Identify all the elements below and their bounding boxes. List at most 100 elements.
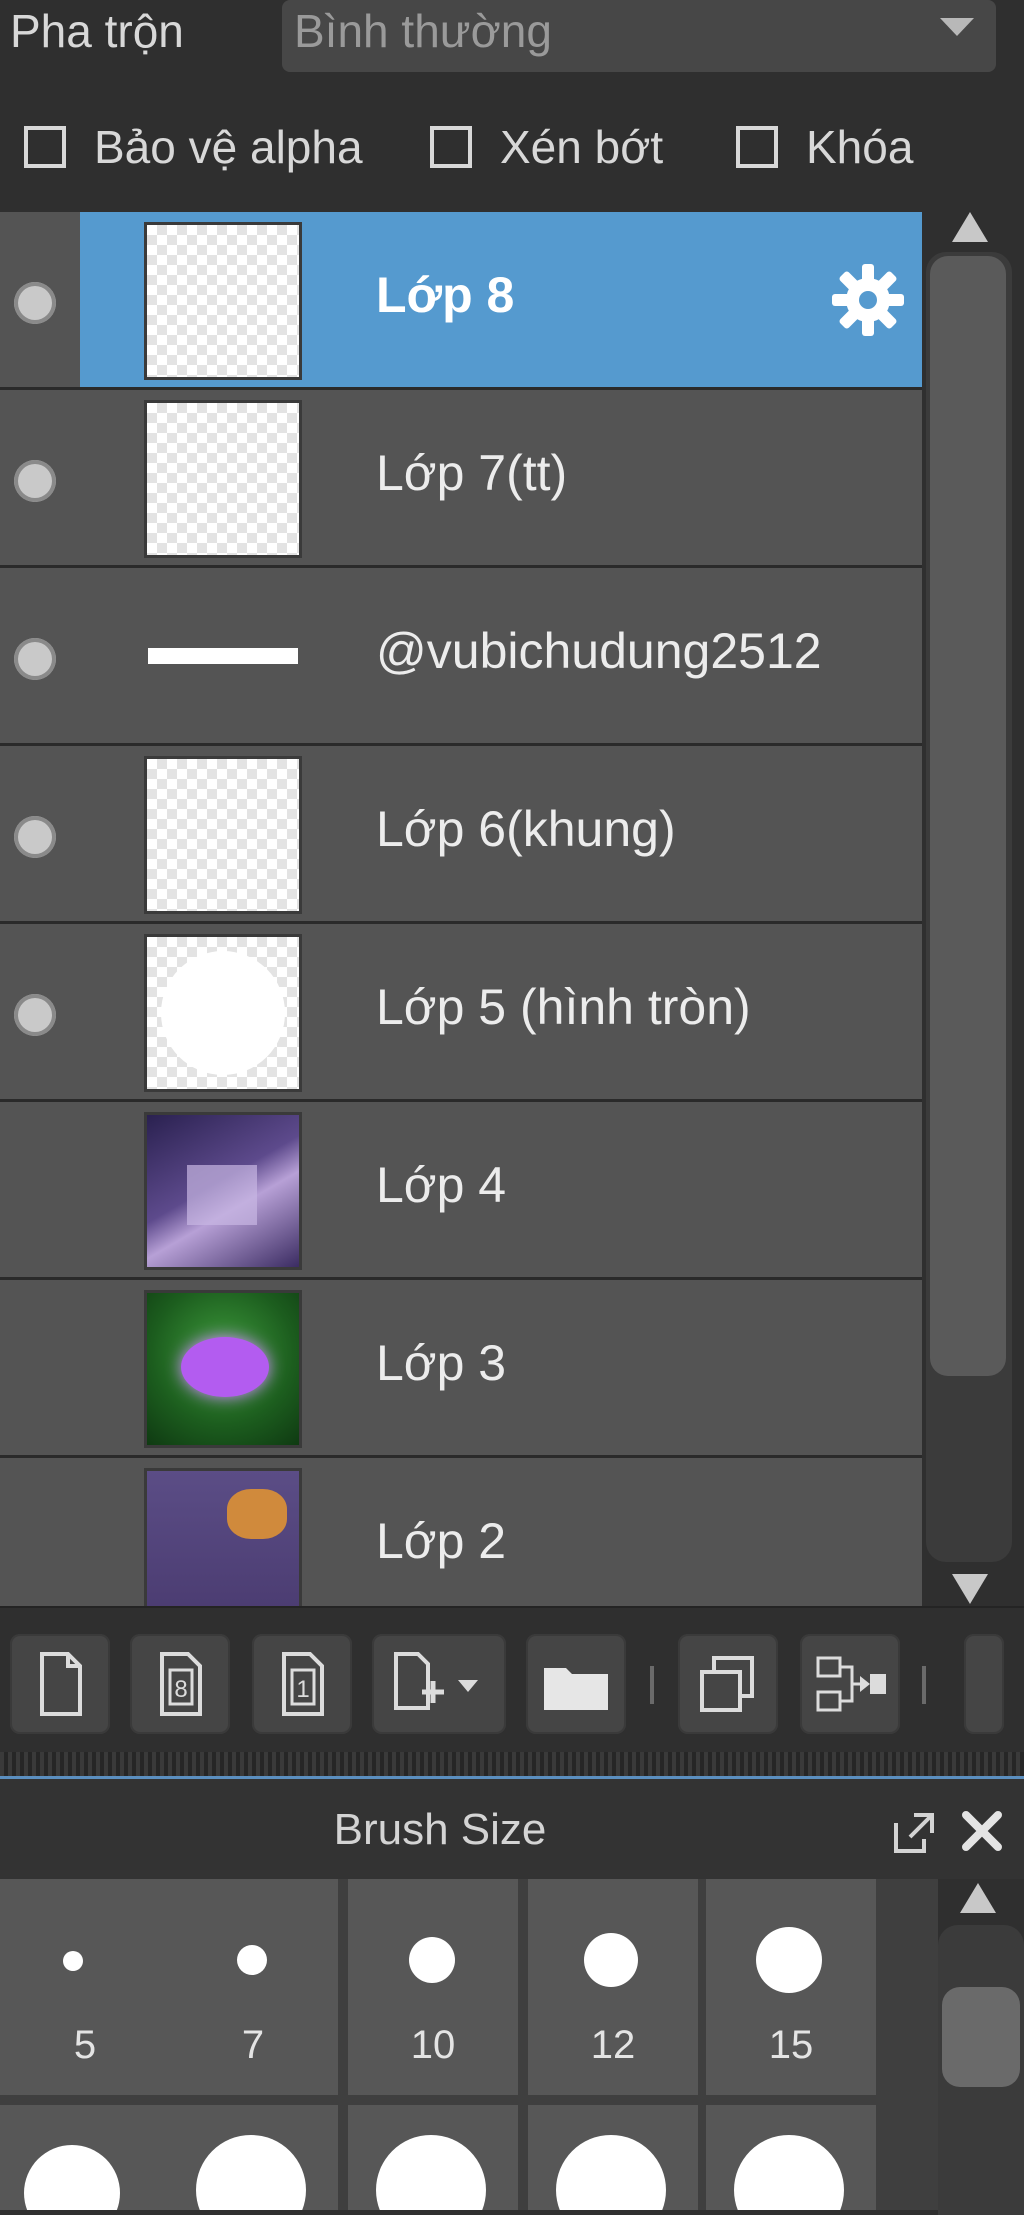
layer-scrollbar[interactable] bbox=[922, 212, 1024, 1606]
layer-toolbar: 8 1 bbox=[0, 1606, 1024, 1752]
brush-size-option[interactable]: 10 bbox=[348, 1879, 518, 2095]
brush-dot-icon bbox=[24, 2145, 120, 2210]
brush-size-grid: 5 7 10 12 15 bbox=[0, 1879, 938, 2210]
panel-splitter[interactable] bbox=[0, 1752, 1024, 1776]
layer-row[interactable]: Lớp 7(tt) bbox=[0, 390, 922, 568]
visibility-dot-icon[interactable] bbox=[14, 282, 56, 324]
merge-layer-button[interactable] bbox=[800, 1634, 900, 1734]
brush-dot-icon bbox=[756, 1927, 822, 1993]
layer-options-row: Bảo vệ alpha Xén bớt Khóa bbox=[0, 82, 1024, 212]
brush-size-value: 7 bbox=[241, 2023, 265, 2067]
checkbox-label: Khóa bbox=[806, 121, 914, 173]
layer-name: Lớp 3 bbox=[376, 1335, 507, 1391]
toolbar-overflow-button[interactable] bbox=[964, 1634, 1004, 1734]
blend-mode-value: Bình thường bbox=[294, 5, 552, 57]
brush-size-value: 5 bbox=[73, 2023, 97, 2067]
new-1bit-layer-icon: 1 bbox=[282, 1652, 324, 1716]
brush-dot-icon bbox=[734, 2135, 844, 2210]
brush-size-value: 12 bbox=[590, 2023, 636, 2067]
layer-name: Lớp 4 bbox=[376, 1157, 507, 1213]
layer-row[interactable]: Lớp 6(khung) bbox=[0, 746, 922, 924]
layer-list: Lớp 8 Lớp 7(tt) @vubichudung2512 Lớp 6(k… bbox=[0, 212, 922, 1606]
visibility-dot-icon[interactable] bbox=[14, 460, 56, 502]
brush-size-option[interactable]: 12 bbox=[528, 1879, 698, 2095]
brush-dot-icon bbox=[584, 1933, 638, 1987]
brush-size-value: 15 bbox=[768, 2023, 814, 2067]
layer-name: Lớp 7(tt) bbox=[376, 445, 568, 501]
new-layer-button[interactable] bbox=[10, 1634, 110, 1734]
layer-thumbnail bbox=[144, 400, 302, 558]
scroll-down-arrow-icon[interactable] bbox=[952, 1574, 988, 1604]
brush-size-option[interactable]: 7 bbox=[168, 1879, 338, 2095]
lock-checkbox[interactable]: Khóa bbox=[736, 120, 913, 174]
visibility-dot-icon[interactable] bbox=[14, 816, 56, 858]
layer-name: Lớp 6(khung) bbox=[376, 801, 676, 857]
layer-name: Lớp 5 (hình tròn) bbox=[376, 979, 751, 1035]
brush-dot-icon bbox=[237, 1945, 267, 1975]
add-layer-dropdown-button[interactable] bbox=[372, 1634, 506, 1734]
brush-scrollbar[interactable] bbox=[938, 1879, 1024, 2215]
duplicate-layer-button[interactable] bbox=[678, 1634, 778, 1734]
layer-row[interactable]: Lớp 4 bbox=[0, 1102, 922, 1280]
brush-size-title: Brush Size bbox=[333, 1805, 547, 1854]
scroll-up-arrow-icon[interactable] bbox=[960, 1883, 996, 1913]
add-layer-dropdown-icon bbox=[394, 1652, 478, 1710]
folder-icon bbox=[544, 1668, 608, 1710]
new-1bit-layer-button[interactable]: 1 bbox=[252, 1634, 352, 1734]
layer-thumbnail bbox=[144, 1112, 302, 1270]
protect-alpha-checkbox[interactable]: Bảo vệ alpha bbox=[24, 120, 363, 174]
layer-row[interactable]: Lớp 3 bbox=[0, 1280, 922, 1458]
layer-row[interactable]: Lớp 5 (hình tròn) bbox=[0, 924, 922, 1102]
duplicate-layer-icon bbox=[700, 1656, 754, 1712]
svg-text:1: 1 bbox=[296, 1676, 309, 1703]
brush-size-option[interactable] bbox=[168, 2105, 338, 2210]
blend-mode-row: Pha trộn Bình thường bbox=[0, 0, 1024, 80]
new-layer-icon bbox=[40, 1652, 82, 1716]
brush-size-option[interactable] bbox=[706, 2105, 876, 2210]
brush-size-option[interactable]: 15 bbox=[706, 1879, 876, 2095]
merge-layer-icon bbox=[816, 1656, 886, 1712]
brush-dot-icon bbox=[63, 1951, 83, 1971]
checkbox-box[interactable] bbox=[736, 126, 778, 168]
checkbox-box[interactable] bbox=[430, 126, 472, 168]
scroll-thumb[interactable] bbox=[930, 256, 1006, 1376]
popout-icon[interactable] bbox=[890, 1809, 938, 1857]
checkbox-box[interactable] bbox=[24, 126, 66, 168]
folder-button[interactable] bbox=[526, 1634, 626, 1734]
brush-size-option[interactable] bbox=[0, 2105, 170, 2210]
checkbox-label: Xén bớt bbox=[500, 121, 664, 173]
layer-row[interactable]: @vubichudung2512 bbox=[0, 568, 922, 746]
brush-dot-icon bbox=[409, 1937, 455, 1983]
scroll-up-arrow-icon[interactable] bbox=[952, 212, 988, 242]
layer-thumbnail bbox=[144, 934, 302, 1092]
new-8bit-layer-button[interactable]: 8 bbox=[130, 1634, 230, 1734]
layer-row[interactable]: Lớp 8 bbox=[0, 212, 922, 390]
layer-thumbnail bbox=[144, 1468, 302, 1606]
close-icon[interactable] bbox=[958, 1807, 1006, 1855]
blend-mode-select[interactable]: Bình thường bbox=[282, 0, 996, 72]
visibility-dot-icon[interactable] bbox=[14, 638, 56, 680]
toolbar-separator bbox=[922, 1666, 926, 1704]
layer-thumbnail bbox=[144, 222, 302, 380]
brush-dot-icon bbox=[376, 2135, 486, 2210]
chevron-down-icon bbox=[940, 18, 974, 36]
brush-dot-icon bbox=[196, 2135, 306, 2210]
layer-row[interactable]: Lớp 2 bbox=[0, 1458, 922, 1606]
brush-size-option[interactable]: 5 bbox=[0, 1879, 170, 2095]
brush-size-header: Brush Size bbox=[0, 1779, 1024, 1879]
brush-size-option[interactable] bbox=[348, 2105, 518, 2210]
toolbar-separator bbox=[650, 1666, 654, 1704]
layer-thumbnail bbox=[144, 578, 302, 736]
clipping-checkbox[interactable]: Xén bớt bbox=[430, 120, 663, 174]
layer-thumbnail bbox=[144, 756, 302, 914]
brush-dot-icon bbox=[556, 2135, 666, 2210]
layer-name: Lớp 2 bbox=[376, 1513, 507, 1569]
gear-icon[interactable] bbox=[828, 260, 908, 340]
checkbox-label: Bảo vệ alpha bbox=[94, 121, 363, 173]
new-8bit-layer-icon: 8 bbox=[160, 1652, 202, 1716]
brush-size-value: 10 bbox=[410, 2023, 456, 2067]
blend-mode-label: Pha trộn bbox=[10, 5, 184, 57]
visibility-dot-icon[interactable] bbox=[14, 994, 56, 1036]
scroll-thumb[interactable] bbox=[942, 1987, 1020, 2087]
brush-size-option[interactable] bbox=[528, 2105, 698, 2210]
